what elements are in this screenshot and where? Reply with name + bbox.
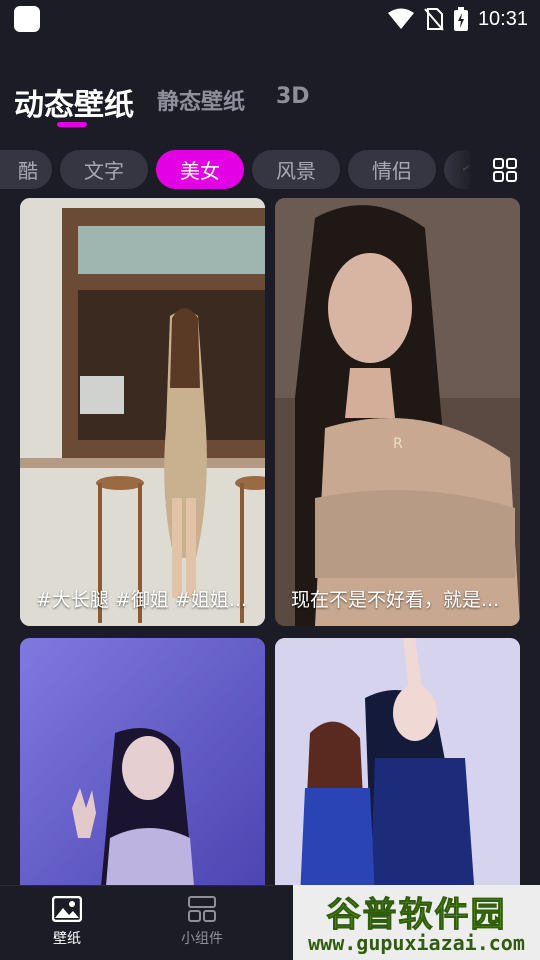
tab-3d[interactable]: 3D xyxy=(276,84,310,109)
image-icon xyxy=(52,896,82,922)
category-chip-cool[interactable]: 酷 xyxy=(0,150,52,189)
wallpaper-thumbnail xyxy=(20,638,265,898)
category-chip-text[interactable]: 文字 xyxy=(60,150,148,189)
nav-label-wallpaper: 壁纸 xyxy=(53,931,81,947)
svg-text:R: R xyxy=(393,436,403,452)
no-sim-icon xyxy=(424,8,444,31)
wallpaper-thumbnail xyxy=(275,638,520,898)
wallpaper-type-tabs: 动态壁纸 静态壁纸 3D xyxy=(0,70,540,130)
wallpaper-caption: #大长腿 #御姐 #姐姐... xyxy=(36,589,247,611)
tab-dynamic-wallpaper[interactable]: 动态壁纸 xyxy=(14,80,134,124)
widgets-icon xyxy=(188,896,216,922)
wallpaper-card[interactable]: R 现在不是不好看，就是... xyxy=(275,198,520,626)
all-categories-button[interactable] xyxy=(470,150,540,190)
watermark-url: www.gupuxiazai.com xyxy=(308,931,525,955)
chip-row-fade xyxy=(445,150,473,190)
wallpaper-thumbnail xyxy=(20,198,265,626)
nav-item-widgets[interactable]: 小组件 xyxy=(162,896,242,948)
tab-static-wallpaper[interactable]: 静态壁纸 xyxy=(157,84,245,116)
grid-icon xyxy=(493,158,517,182)
wallpaper-card[interactable] xyxy=(275,638,520,898)
wifi-icon xyxy=(387,8,414,29)
category-chip-scenery[interactable]: 风景 xyxy=(252,150,340,189)
category-chip-beauty[interactable]: 美女 xyxy=(156,150,244,189)
site-watermark: 谷普软件园 www.gupuxiazai.com xyxy=(293,885,540,960)
clock: 10:31 xyxy=(477,7,528,30)
nav-item-wallpaper[interactable]: 壁纸 xyxy=(27,896,107,948)
app-notification-icon xyxy=(14,6,40,32)
nav-label-widgets: 小组件 xyxy=(181,931,223,947)
wallpaper-card[interactable] xyxy=(20,638,265,898)
status-bar: 10:31 xyxy=(0,0,540,40)
wallpaper-caption: 现在不是不好看，就是... xyxy=(291,589,500,611)
wallpaper-card[interactable]: #大长腿 #御姐 #姐姐... xyxy=(20,198,265,626)
active-tab-indicator xyxy=(57,122,87,127)
wallpaper-thumbnail: R xyxy=(275,198,520,626)
category-chip-couple[interactable]: 情侣 xyxy=(348,150,436,189)
battery-icon xyxy=(453,7,468,31)
watermark-title: 谷普软件园 xyxy=(326,895,507,936)
